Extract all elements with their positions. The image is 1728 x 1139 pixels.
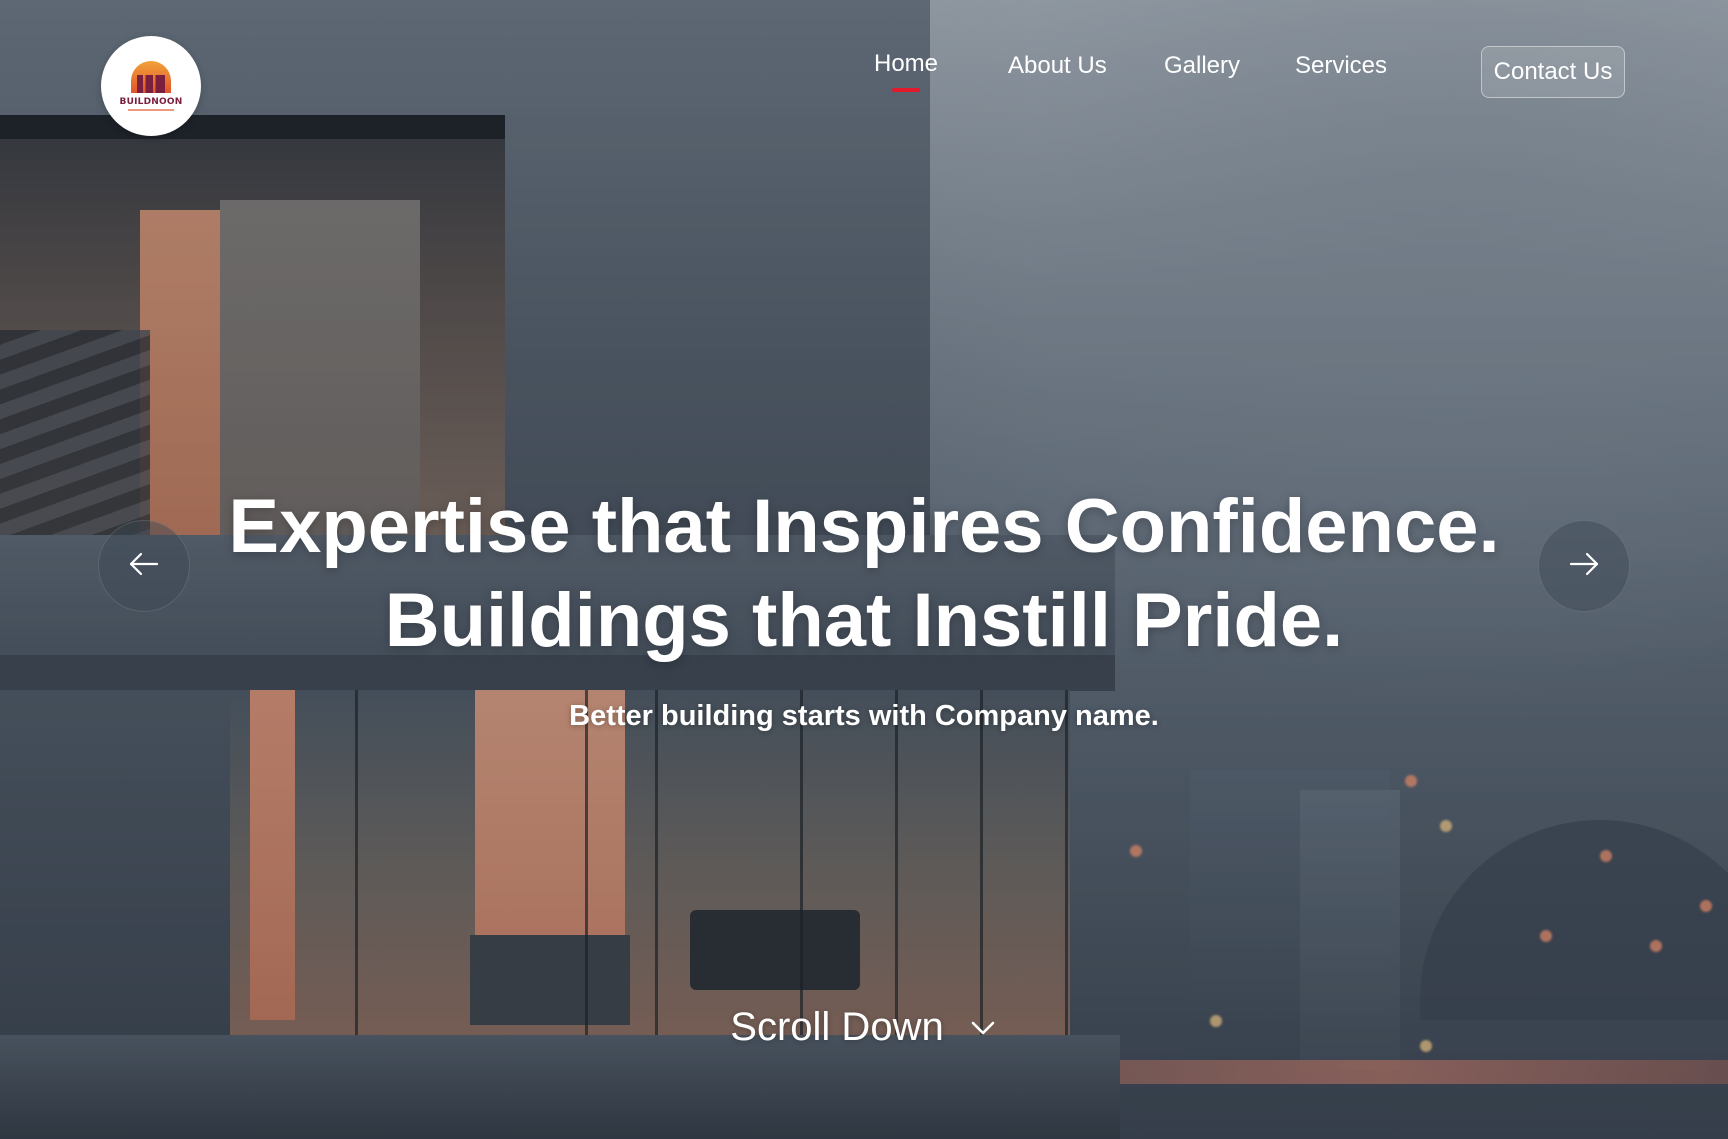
- hero-headline-line2: Buildings that Instill Pride.: [384, 578, 1344, 663]
- active-nav-indicator: [892, 88, 920, 92]
- hero-headline: Expertise that Inspires Confidence. Buil…: [0, 480, 1728, 668]
- scroll-down-button[interactable]: Scroll Down: [0, 1005, 1728, 1050]
- hero-headline-line1: Expertise that Inspires Confidence.: [228, 484, 1500, 569]
- nav-about-us[interactable]: About Us: [1008, 52, 1107, 80]
- carousel-next-button[interactable]: [1538, 520, 1630, 612]
- scroll-down-label: Scroll Down: [730, 1005, 944, 1049]
- arrow-left-icon: [127, 547, 161, 586]
- brand-logo[interactable]: BUILDNOON: [101, 36, 201, 136]
- arrow-right-icon: [1567, 547, 1601, 586]
- contact-us-button[interactable]: Contact Us: [1481, 46, 1625, 98]
- chevron-down-icon: [958, 1013, 998, 1043]
- hero-subheadline: Better building starts with Company name…: [569, 700, 1159, 732]
- nav-gallery[interactable]: Gallery: [1164, 52, 1240, 80]
- building-logo-icon: [131, 61, 171, 93]
- carousel-prev-button[interactable]: [98, 520, 190, 612]
- logo-text: BUILDNOON: [119, 97, 183, 107]
- nav-services[interactable]: Services: [1295, 52, 1387, 80]
- nav-home[interactable]: Home: [874, 50, 938, 78]
